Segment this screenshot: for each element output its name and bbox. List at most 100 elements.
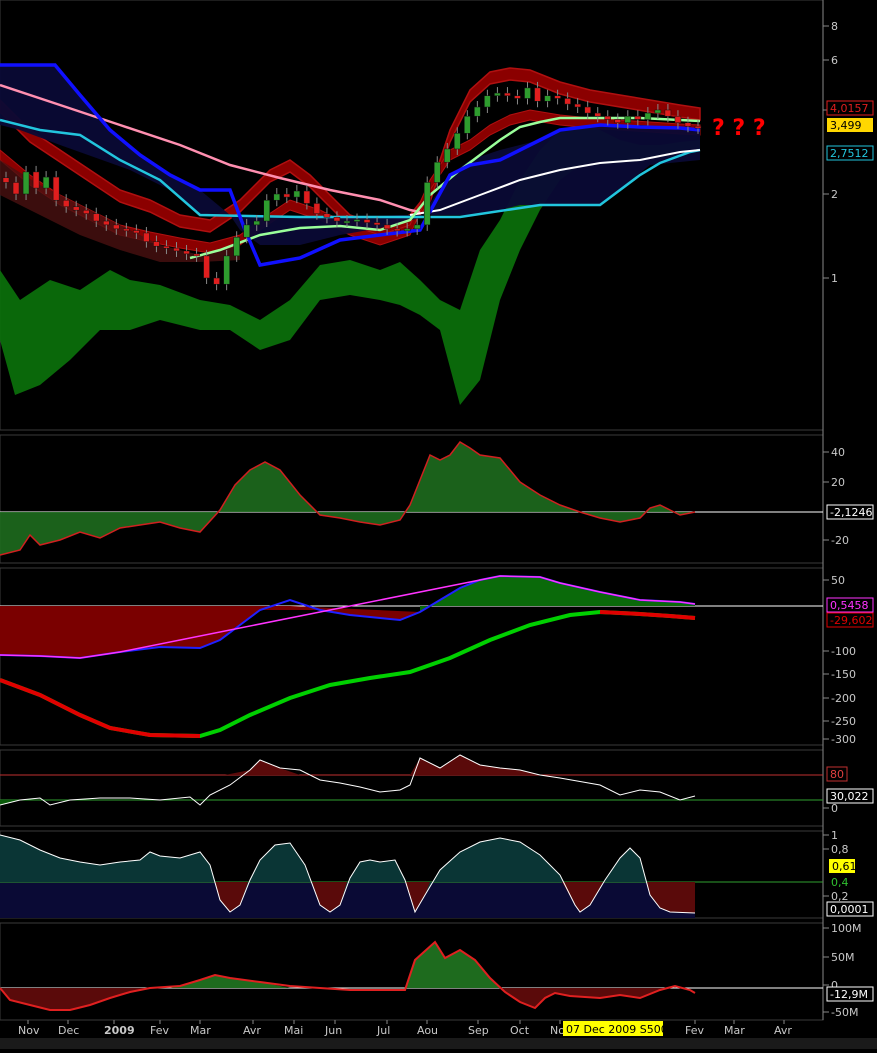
candlestick [253,220,260,226]
panel-3 [0,567,824,746]
candlestick [554,95,561,99]
x-axis-label: Fev [685,1024,704,1037]
candlestick [203,255,210,279]
volosc-ytick-label: 100M [831,922,862,935]
price-last-label: 4,0157 [830,102,869,115]
x-axis-label: Mai [284,1024,303,1037]
candlestick [694,125,702,129]
candlestick [133,230,140,234]
crosshair-date-label: 07 Dec 2009 S500 [566,1023,668,1036]
candlestick [584,106,591,114]
panel-2 [0,434,824,564]
candlestick [624,115,632,124]
candlestick [273,193,281,201]
question-marks-annotation: ? ? ? [712,116,766,141]
candlestick [82,209,90,214]
candlestick [32,171,40,189]
osc2-last-label: -29,602 [830,614,872,627]
ratio-ytick-label: 0,2 [831,890,849,903]
stoch-ytick-label: 0 [831,802,838,815]
candlestick [544,95,551,102]
candlestick [444,148,451,163]
x-axis-label: Nov [18,1024,40,1037]
candlestick [423,182,431,226]
candlestick [333,217,341,222]
candlestick [524,87,531,99]
candlestick [373,222,381,226]
osc2-ytick-label: -100 [831,645,856,658]
osc1-ytick-label: 40 [831,446,845,459]
x-axis-label: Oct [510,1024,530,1037]
price-ytick-label: 8 [831,20,838,33]
x-axis-label: Jul [376,1024,390,1037]
candlestick [564,98,571,105]
candlestick [72,206,80,211]
candlestick [343,220,351,224]
x-axis-label: Aou [417,1024,438,1037]
price-last-label: 3,499 [830,119,862,132]
candlestick [303,190,311,204]
candlestick [263,199,271,222]
osc2-ytick-label: -200 [831,692,856,705]
ratio-last-label: 0,0001 [830,903,869,916]
candlestick [504,92,511,96]
x-axis-label: Mar [724,1024,745,1037]
candlestick [173,247,180,252]
candlestick [2,177,10,183]
candlestick [223,255,230,285]
osc2-last-label: 0,5458 [830,599,869,612]
candlestick [153,241,160,247]
candlestick [183,250,190,255]
candlestick [293,190,301,198]
candlestick [62,199,70,208]
candlestick [574,103,581,108]
x-axis-label: 2009 [104,1024,135,1037]
candlestick [233,236,240,257]
candlestick [484,95,491,108]
osc1-ytick-label: -20 [831,534,849,547]
candlestick [243,224,250,238]
candlestick [494,92,501,96]
candlestick [674,115,682,124]
x-axis-label: Avr [774,1024,792,1037]
candlestick [383,224,391,230]
ratio-last-label: 0,61 [832,860,857,873]
candlestick [464,115,471,134]
candlestick [634,115,642,120]
candlestick [454,133,461,150]
candlestick [42,176,50,189]
candlestick [393,228,401,232]
volosc-ytick-label: 50M [831,951,855,964]
chart-root: 864214,01573,4992,7512? ? ?4020-20-2,124… [0,0,877,1049]
candlestick [12,182,20,195]
ratio-last-label: 0,4 [831,876,849,889]
candlestick [413,224,421,230]
stoch-last-label: 80 [830,768,844,781]
ratio-ytick-label: 0,8 [831,843,849,856]
osc1-ytick-label: 20 [831,476,845,489]
osc2-ytick-label: -250 [831,715,856,728]
x-axis-label: Dec [58,1024,79,1037]
candlestick [323,213,331,218]
candlestick [313,203,321,214]
candlestick [474,106,481,117]
volosc-ytick-label: -50M [831,1006,858,1019]
candlestick [514,95,521,99]
x-axis-label: No [550,1024,565,1037]
x-axis-label: Avr [243,1024,261,1037]
candlestick [534,87,541,102]
stoch-last-label: 30,022 [830,790,869,803]
osc1-last-label: -2,1246 [830,506,872,519]
candlestick [684,122,692,127]
price-ytick-label: 1 [831,272,838,285]
candlestick [604,115,611,120]
bottom-scroll-strip [0,1038,877,1049]
candlestick [594,112,601,117]
price-last-label: 2,7512 [830,147,869,160]
candlestick [113,224,120,230]
candlestick [363,219,371,223]
candlestick [123,228,130,232]
x-axis-label: Jun [324,1024,342,1037]
volosc-last-label: -12,9M [830,988,868,1001]
candlestick [654,109,662,114]
